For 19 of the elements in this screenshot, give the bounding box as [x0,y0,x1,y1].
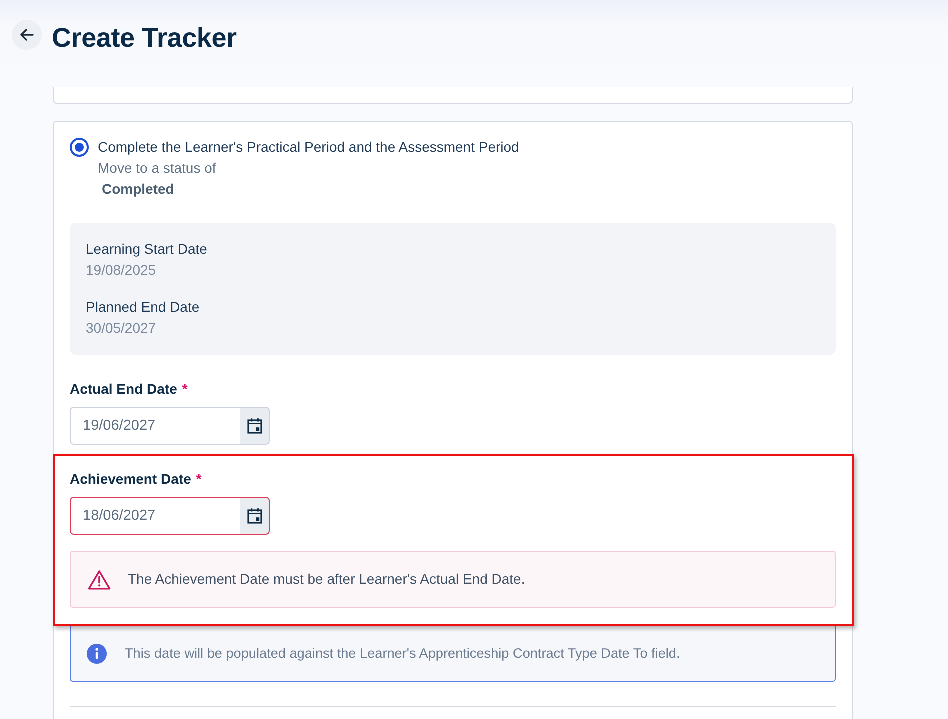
page-title: Create Tracker [52,22,237,55]
radio-button[interactable] [70,138,89,157]
summary-value: 19/08/2025 [86,261,158,280]
status-description: Move to a status of [98,159,218,178]
info-message: This date will be populated against the Learner's Apprenticeship Contract Type Date To field. [125,645,680,663]
option-label: Complete the Learner's Practical Period and the Assessment Period [98,138,520,157]
summary-value: 30/05/2027 [86,319,158,338]
info-icon [87,644,107,664]
error-message: The Achievement Date must be after Learner's Actual End Date. [128,570,526,589]
field-label: Achievement Date [70,470,192,489]
summary-label: Learning Start Date [86,240,208,259]
required-mark: * [196,470,202,489]
back-button[interactable] [12,20,42,50]
summary-label: Planned End Date [86,298,201,317]
field-label: Actual End Date [70,380,178,399]
warning-icon [88,570,111,590]
status-value: Completed [101,180,176,199]
required-mark: * [182,380,188,399]
arrow-left-icon [20,29,34,41]
